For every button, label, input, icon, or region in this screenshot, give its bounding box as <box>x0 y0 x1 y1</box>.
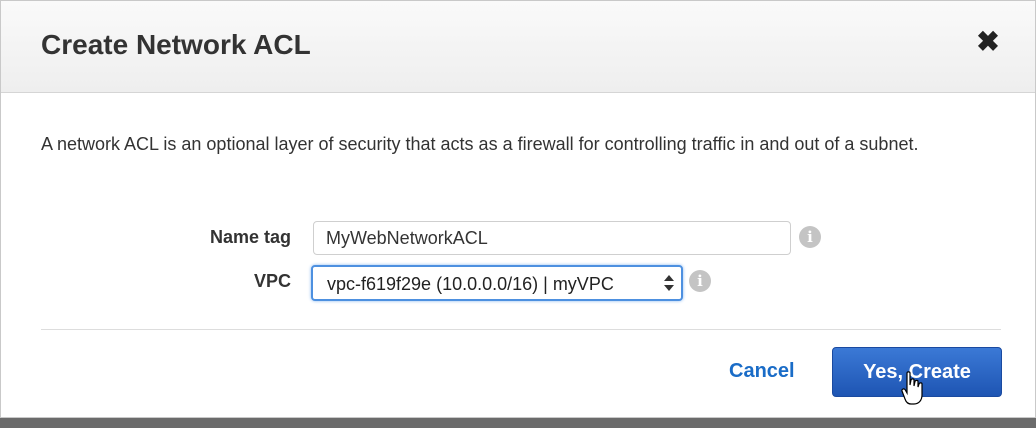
info-icon[interactable]: i <box>689 270 711 292</box>
dialog-header: Create Network ACL ✖ <box>1 1 1035 93</box>
close-icon[interactable]: ✖ <box>975 28 1001 56</box>
updown-arrows-icon <box>664 275 674 291</box>
hand-pointer-icon <box>901 371 923 405</box>
vpc-selected-value: vpc-f619f29e (10.0.0.0/16) | myVPC <box>327 274 614 294</box>
cancel-button[interactable]: Cancel <box>729 360 795 383</box>
info-icon[interactable]: i <box>799 226 821 248</box>
vpc-select[interactable]: vpc-f619f29e (10.0.0.0/16) | myVPC <box>311 265 683 301</box>
dialog-title: Create Network ACL <box>41 29 311 60</box>
create-network-acl-dialog: Create Network ACL ✖ A network ACL is an… <box>0 0 1036 418</box>
dialog-description: A network ACL is an optional layer of se… <box>41 134 919 154</box>
name-tag-input[interactable] <box>313 221 791 255</box>
footer-divider <box>41 329 1001 330</box>
vpc-label: VPC <box>253 271 291 291</box>
name-tag-label: Name tag <box>209 227 291 247</box>
